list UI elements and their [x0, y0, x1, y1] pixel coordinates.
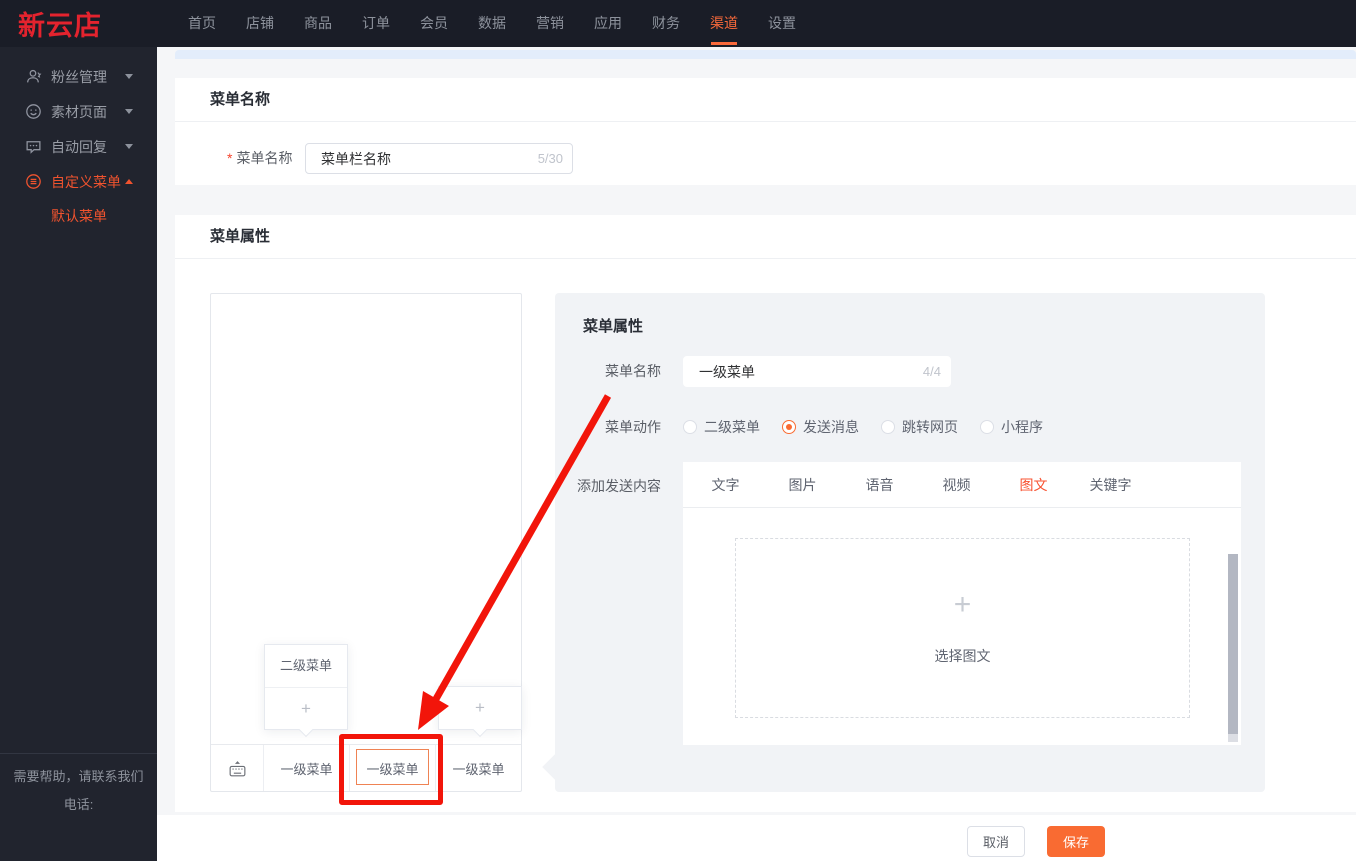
menu-attr-card: 菜单属性 二级菜单 + +	[175, 215, 1356, 812]
sidebar-item-label: 自动回复	[51, 137, 125, 157]
nav-item-goods[interactable]: 商品	[304, 0, 332, 47]
menu-name-card: 菜单名称 *菜单名称 5/30	[175, 78, 1356, 185]
top-navbar: 新云店 首页 店铺 商品 订单 会员 数据 营销 应用 财务 渠道 设置	[0, 0, 1356, 47]
tab-article[interactable]: 图文	[995, 462, 1072, 507]
tab-keyword[interactable]: 关键字	[1072, 462, 1149, 507]
send-content-tab-panel: 文字 图片 语音 视频 图文 关键字 + 选择图文	[683, 462, 1241, 745]
sidebar-item-label: 素材页面	[51, 102, 125, 122]
menu-name-field-label: *菜单名称	[227, 143, 292, 174]
tab-image[interactable]: 图片	[764, 462, 841, 507]
nav-item-shop[interactable]: 店铺	[246, 0, 274, 47]
menu-name-input-wrap: 5/30	[305, 143, 573, 174]
sidebar-subitem-default-menu[interactable]: 默认菜单	[0, 199, 157, 233]
menu-item-level1[interactable]: 一级菜单	[263, 745, 349, 791]
fans-icon	[25, 68, 42, 85]
chevron-up-icon	[125, 179, 133, 184]
nav-item-data[interactable]: 数据	[478, 0, 506, 47]
keyboard-switch-button[interactable]	[211, 745, 263, 791]
chevron-down-icon	[125, 144, 133, 149]
sidebar-item-material[interactable]: 素材页面	[0, 94, 157, 129]
nav-item-apps[interactable]: 应用	[594, 0, 622, 47]
content-tab-bar: 文字 图片 语音 视频 图文 关键字	[683, 462, 1241, 508]
panel-content-label: 添加发送内容	[555, 476, 661, 496]
sidebar-help: 需要帮助，请联系我们 电话:	[0, 753, 157, 819]
material-icon	[25, 103, 42, 120]
menu-item-level1-selected[interactable]: 一级菜单	[349, 745, 435, 791]
sidebar-item-label: 自定义菜单	[51, 172, 125, 192]
phone-menu-preview: 二级菜单 + + 一级菜单	[210, 293, 522, 792]
nav-item-settings[interactable]: 设置	[768, 0, 796, 47]
notice-bar-partial	[175, 50, 1356, 59]
panel-action-label: 菜单动作	[555, 412, 661, 442]
radio-mini-program[interactable]: 小程序	[980, 417, 1043, 437]
radio-icon	[980, 420, 994, 434]
nav-item-channel[interactable]: 渠道	[710, 0, 738, 47]
nav-item-finance[interactable]: 财务	[652, 0, 680, 47]
top-nav-items: 首页 店铺 商品 订单 会员 数据 营销 应用 财务 渠道 设置	[188, 0, 796, 47]
radio-send-message[interactable]: 发送消息	[782, 417, 859, 437]
radio-icon	[683, 420, 697, 434]
scrollbar-track-end	[1228, 734, 1238, 742]
menu-name-input[interactable]	[305, 143, 573, 174]
plus-icon: +	[954, 590, 972, 620]
menu-item-level1[interactable]: 一级菜单	[435, 745, 521, 791]
panel-name-label: 菜单名称	[555, 356, 661, 387]
menu-properties-panel: 菜单属性 菜单名称 4/4 菜单动作 二级菜单 发送消息 跳转网页	[555, 293, 1265, 792]
tab-text[interactable]: 文字	[687, 462, 764, 507]
panel-title: 菜单属性	[583, 315, 643, 336]
auto-reply-icon	[25, 138, 42, 155]
radio-jump-webpage[interactable]: 跳转网页	[881, 417, 958, 437]
nav-item-home[interactable]: 首页	[188, 0, 216, 47]
radio-submenu[interactable]: 二级菜单	[683, 417, 760, 437]
submenu-popup: 二级菜单 +	[264, 644, 348, 730]
sidebar-item-auto-reply[interactable]: 自动回复	[0, 129, 157, 164]
chevron-down-icon	[125, 74, 133, 79]
nav-item-orders[interactable]: 订单	[362, 0, 390, 47]
submenu-item[interactable]: 二级菜单	[265, 645, 347, 687]
sidebar-item-fans[interactable]: 粉丝管理	[0, 59, 157, 94]
sidebar-item-custom-menu[interactable]: 自定义菜单	[0, 164, 157, 199]
footer-bar: 取消 保存	[157, 815, 1356, 861]
custom-menu-icon	[25, 173, 42, 190]
save-button[interactable]: 保存	[1047, 826, 1105, 857]
selected-ring	[356, 749, 429, 785]
select-article-dropzone[interactable]: + 选择图文	[735, 538, 1190, 718]
panel-name-input-wrap: 4/4	[683, 356, 951, 387]
brand-logo[interactable]: 新云店	[0, 4, 157, 43]
tab-voice[interactable]: 语音	[841, 462, 918, 507]
vertical-scrollbar[interactable]	[1228, 554, 1238, 742]
help-text-line1: 需要帮助，请联系我们	[0, 763, 157, 791]
panel-name-input[interactable]	[683, 356, 951, 387]
menu-attr-card-title: 菜单属性	[175, 215, 1356, 259]
scrollbar-thumb[interactable]	[1228, 554, 1238, 734]
panel-left-caret	[542, 754, 567, 779]
radio-icon	[881, 420, 895, 434]
tab-video[interactable]: 视频	[918, 462, 995, 507]
add-submenu-popup: +	[438, 686, 522, 730]
sidebar: 粉丝管理 素材页面 自动回复 自定义菜单 默认菜单 需要帮助，请联系我们	[0, 47, 157, 861]
chevron-down-icon	[125, 109, 133, 114]
required-mark: *	[227, 150, 232, 166]
help-text-line2: 电话:	[0, 791, 157, 819]
action-radio-group: 二级菜单 发送消息 跳转网页 小程序	[683, 412, 1043, 442]
nav-item-members[interactable]: 会员	[420, 0, 448, 47]
sidebar-item-label: 粉丝管理	[51, 67, 125, 87]
menu-name-card-title: 菜单名称	[175, 78, 1356, 122]
main-content: 菜单名称 *菜单名称 5/30 菜单属性 二级菜单 + +	[157, 47, 1356, 861]
nav-item-marketing[interactable]: 营销	[536, 0, 564, 47]
cancel-button[interactable]: 取消	[967, 826, 1025, 857]
keyboard-switch-icon	[227, 758, 248, 779]
phone-menubar: 一级菜单 一级菜单 一级菜单	[211, 744, 521, 791]
tab-content: + 选择图文	[683, 508, 1241, 745]
select-article-text: 选择图文	[935, 646, 991, 666]
radio-icon-checked	[782, 420, 796, 434]
